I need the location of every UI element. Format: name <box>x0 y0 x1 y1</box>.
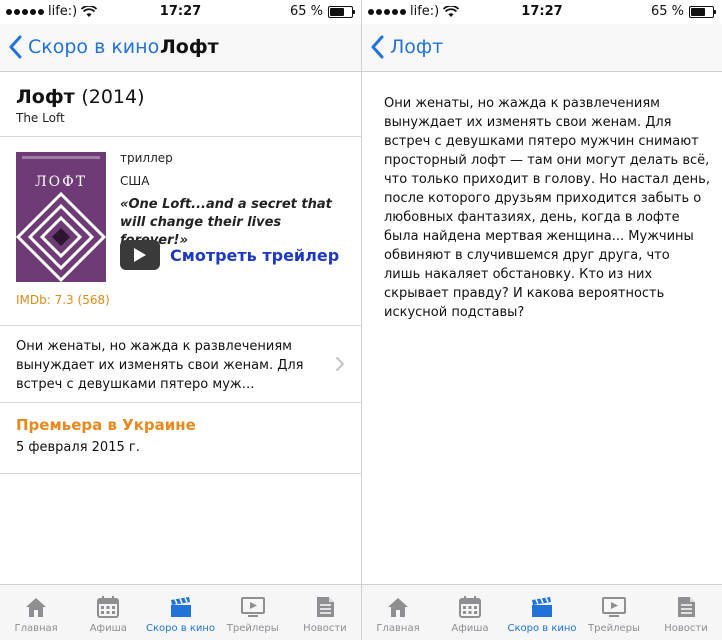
tab-bar: Главная Афиша Скоро в кино Трейлеры Ново… <box>362 584 722 640</box>
chevron-left-icon <box>9 35 22 59</box>
status-bar: life:) 17:27 65 % <box>362 0 722 24</box>
tab-afisha[interactable]: Афиша <box>434 585 506 640</box>
battery-info: 65 % <box>650 4 716 19</box>
news-icon <box>316 597 334 617</box>
movie-detail-screen: life:) 17:27 65 % Скоро в кино Лофт Лофт… <box>0 0 361 640</box>
battery-percent: 65 % <box>289 4 323 19</box>
battery-icon <box>689 5 716 18</box>
full-description: Они женаты, но жажда к развлечениям выну… <box>384 96 710 320</box>
tab-home[interactable]: Главная <box>0 585 72 640</box>
clapperboard-icon <box>170 597 191 617</box>
clapperboard-icon <box>532 597 552 617</box>
tab-label: Скоро в кино <box>145 623 216 634</box>
divider <box>0 325 361 326</box>
play-icon <box>120 240 160 270</box>
tab-label: Новости <box>303 623 347 634</box>
navigation-bar: Лофт <box>362 24 722 72</box>
news-icon <box>678 597 695 617</box>
tab-afisha[interactable]: Афиша <box>72 585 144 640</box>
battery-fill <box>691 7 705 16</box>
home-icon <box>388 598 408 617</box>
chevron-left-icon <box>371 35 384 59</box>
app-screens: life:) 17:27 65 % Скоро в кино Лофт Лофт… <box>0 0 722 640</box>
imdb-rating: IMDb: 7.3 (568) <box>16 293 110 307</box>
status-bar: life:) 17:27 65 % <box>0 0 361 24</box>
tab-label: Главная <box>14 623 58 634</box>
tab-label: Афиша <box>451 623 489 634</box>
tab-news[interactable]: Новости <box>650 585 722 640</box>
movie-title-text: Лофт <box>16 86 75 108</box>
navigation-bar: Скоро в кино Лофт <box>0 24 361 72</box>
movie-country: США <box>120 174 150 188</box>
tab-label: Новости <box>664 623 708 634</box>
movie-year: (2014) <box>81 86 145 108</box>
movie-title: Лофт (2014) <box>16 86 145 108</box>
tab-news[interactable]: Новости <box>289 585 361 640</box>
tab-trailers[interactable]: Трейлеры <box>217 585 289 640</box>
premiere-title: Премьера в Украине <box>16 416 196 434</box>
tab-trailers[interactable]: Трейлеры <box>578 585 650 640</box>
tab-label: Афиша <box>89 623 127 634</box>
watch-trailer-label: Смотреть трейлер <box>170 245 340 265</box>
tab-coming-soon[interactable]: Скоро в кино <box>506 585 578 640</box>
battery-fill <box>330 7 344 16</box>
chevron-right-icon[interactable] <box>335 356 345 372</box>
poster-art <box>16 192 106 282</box>
original-title: The Loft <box>16 111 65 125</box>
poster-title: ЛОФТ <box>34 174 88 190</box>
back-button[interactable]: Скоро в кино <box>8 35 159 59</box>
tab-label: Трейлеры <box>588 623 640 634</box>
tab-home[interactable]: Главная <box>362 585 434 640</box>
home-icon <box>26 598 47 617</box>
back-button-label: Скоро в кино <box>28 36 160 58</box>
poster-caption-strip <box>22 156 100 159</box>
description-screen: life:) 17:27 65 % Лофт Они женаты, но жа… <box>361 0 722 640</box>
movie-genre: триллер <box>120 151 173 165</box>
back-button-label: Лофт <box>390 36 444 58</box>
battery-percent: 65 % <box>650 4 684 19</box>
calendar-icon <box>459 596 481 618</box>
nav-title: Лофт <box>160 36 219 58</box>
tab-bar: Главная Афиша Скоро в кино Трейлеры Ново… <box>0 584 361 640</box>
description-preview[interactable]: Они женаты, но жажда к развлечениям выну… <box>16 337 328 394</box>
calendar-icon <box>97 596 120 618</box>
movie-poster[interactable]: ЛОФТ <box>16 152 106 282</box>
premiere-date: 5 февраля 2015 г. <box>16 440 140 455</box>
tab-label: Трейлеры <box>226 623 279 634</box>
watch-trailer-button[interactable]: Смотреть трейлер <box>120 240 339 270</box>
divider <box>0 473 361 474</box>
tab-label: Скоро в кино <box>507 623 577 634</box>
battery-icon <box>328 5 355 18</box>
tab-coming-soon[interactable]: Скоро в кино <box>144 585 216 640</box>
battery-info: 65 % <box>289 4 355 19</box>
divider <box>0 136 361 137</box>
divider <box>0 402 361 403</box>
video-screen-icon <box>602 597 626 617</box>
back-button[interactable]: Лофт <box>370 35 443 59</box>
video-screen-icon <box>240 597 265 617</box>
tab-label: Главная <box>376 623 420 634</box>
